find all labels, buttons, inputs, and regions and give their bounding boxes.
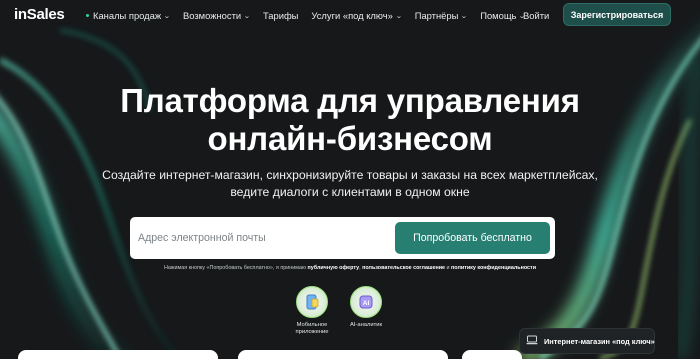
user-agreement-link[interactable]: пользовательское соглашение bbox=[362, 265, 445, 271]
menu-item-pricing[interactable]: Тарифы bbox=[263, 10, 298, 21]
top-navigation: inSales Каналы продаж ⌄ Возможности ⌄ Та… bbox=[0, 0, 700, 30]
privacy-policy-link[interactable]: политику конфиденциальности bbox=[451, 265, 536, 271]
feature-card[interactable] bbox=[238, 350, 448, 359]
chevron-down-icon: ⌄ bbox=[395, 12, 403, 20]
logo-suffix: Sales bbox=[26, 6, 65, 23]
svg-text:AI: AI bbox=[363, 300, 370, 307]
ai-analyst-label: AI-аналитик bbox=[349, 322, 383, 328]
public-offer-link[interactable]: публичную оферту bbox=[308, 265, 360, 271]
menu-item-turnkey-services[interactable]: Услуги «под ключ» ⌄ bbox=[311, 10, 403, 21]
menu-item-features[interactable]: Возможности ⌄ bbox=[183, 10, 251, 21]
app-shortcuts: Мобильное приложение AI AI-аналитик bbox=[292, 286, 386, 336]
register-button[interactable]: Зарегистрироваться bbox=[563, 3, 671, 26]
mobile-app-icon bbox=[296, 286, 328, 318]
mobile-app-label: Мобильное приложение bbox=[295, 322, 329, 335]
laptop-icon bbox=[526, 332, 538, 350]
email-input[interactable]: Адрес электронной почты bbox=[138, 232, 266, 244]
turnkey-store-chip[interactable]: Интернет-магазин «под ключ» bbox=[519, 328, 655, 354]
chevron-down-icon: ⌄ bbox=[460, 12, 468, 20]
try-free-button[interactable]: Попробовать бесплатно bbox=[395, 222, 550, 254]
chevron-down-icon: ⌄ bbox=[163, 12, 171, 20]
hero-subtitle: Создайте интернет-магазин, синхронизируй… bbox=[102, 168, 598, 199]
chevron-down-icon: ⌄ bbox=[243, 12, 251, 20]
active-dot-icon bbox=[86, 14, 89, 17]
main-menu: Каналы продаж ⌄ Возможности ⌄ Тарифы Усл… bbox=[86, 10, 526, 21]
mobile-app-shortcut[interactable]: Мобильное приложение bbox=[292, 286, 332, 336]
hero-title: Платформа для управления онлайн-бизнесом bbox=[120, 82, 580, 157]
menu-item-partners[interactable]: Партнёры ⌄ bbox=[415, 10, 468, 21]
signup-form: Адрес электронной почты Попробовать бесп… bbox=[130, 217, 555, 259]
menu-item-help[interactable]: Помощь ⌄ bbox=[480, 10, 526, 21]
consent-text: Нажимая кнопку «Попробовать бесплатно», … bbox=[163, 265, 537, 271]
feature-card[interactable] bbox=[18, 350, 218, 359]
logo-prefix: in bbox=[14, 6, 27, 23]
menu-item-sales-channels[interactable]: Каналы продаж ⌄ bbox=[86, 10, 171, 21]
login-link[interactable]: Войти bbox=[523, 10, 549, 21]
brand-logo[interactable]: inSales bbox=[14, 6, 65, 23]
ai-analyst-shortcut[interactable]: AI AI-аналитик bbox=[346, 286, 386, 336]
ai-analyst-icon: AI bbox=[350, 286, 382, 318]
feature-card[interactable] bbox=[462, 350, 522, 359]
